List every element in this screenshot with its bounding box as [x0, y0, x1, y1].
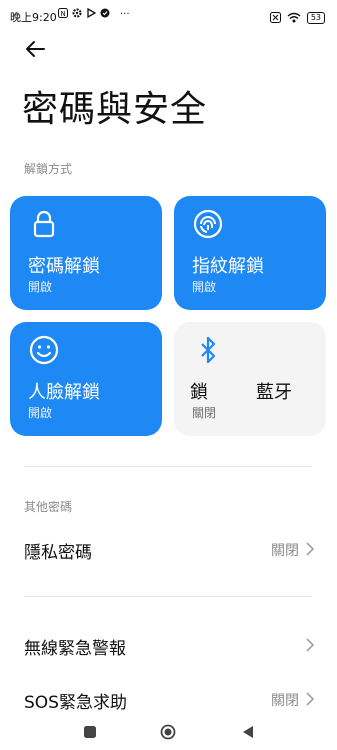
- home-button[interactable]: [160, 724, 176, 740]
- tile-bluetooth-unlock[interactable]: 鎖 藍牙 關閉: [174, 322, 326, 436]
- row-label: SOS緊急求助: [24, 693, 127, 713]
- settings-icon: [72, 8, 82, 21]
- row-value: 關閉: [271, 693, 299, 709]
- status-icons-right: 53: [269, 8, 325, 27]
- status-time: 晚上9:20: [10, 11, 57, 24]
- divider: [24, 596, 312, 597]
- back-icon: [243, 726, 253, 738]
- tile-password-unlock[interactable]: 密碼解鎖 開啟: [10, 196, 162, 310]
- home-icon: [160, 724, 176, 740]
- tile-status: 關閉: [192, 406, 217, 420]
- battery-indicator: 53: [306, 11, 325, 24]
- more-notifications: ···: [120, 9, 130, 20]
- face-icon: [29, 335, 59, 365]
- page-title: 密碼與安全: [22, 89, 208, 130]
- notification-icon: N: [58, 8, 68, 21]
- tile-label: 人臉解鎖: [28, 382, 100, 403]
- navigation-bar: [0, 714, 337, 750]
- status-bar: 晚上9:20 N ··· 53: [0, 0, 337, 32]
- wifi-icon: [287, 8, 301, 27]
- chevron-right-icon: [306, 542, 315, 556]
- tile-status: 開啟: [192, 280, 217, 294]
- divider: [24, 466, 312, 467]
- tile-label-right: 藍牙: [256, 382, 292, 403]
- tile-fingerprint-unlock[interactable]: 指紋解鎖 開啟: [174, 196, 326, 310]
- tile-status: 開啟: [28, 406, 53, 420]
- fingerprint-icon: [193, 209, 223, 239]
- nav-back-button[interactable]: [240, 724, 256, 740]
- tile-label: 指紋解鎖: [192, 256, 264, 277]
- back-button[interactable]: [22, 36, 48, 62]
- check-icon: [100, 8, 110, 21]
- no-sim-icon: [269, 8, 281, 27]
- chevron-right-icon: [306, 638, 315, 652]
- section-label-unlock: 解鎖方式: [24, 162, 73, 176]
- row-label: 無線緊急警報: [24, 639, 126, 659]
- tile-label: 密碼解鎖: [28, 256, 100, 277]
- tile-status: 開啟: [28, 280, 53, 294]
- svg-text:N: N: [61, 10, 66, 18]
- bluetooth-icon: [201, 336, 216, 364]
- row-label: 隱私密碼: [24, 543, 92, 563]
- lock-icon: [33, 210, 55, 238]
- row-wireless-emergency-alerts[interactable]: 無線緊急警報: [0, 622, 337, 670]
- section-label-other: 其他密碼: [24, 500, 73, 514]
- recent-apps-button[interactable]: [82, 724, 98, 740]
- recent-apps-icon: [84, 726, 96, 738]
- row-value: 關閉: [271, 543, 299, 559]
- status-icons-left: N ···: [58, 7, 130, 21]
- chevron-right-icon: [306, 692, 315, 706]
- tile-face-unlock[interactable]: 人臉解鎖 開啟: [10, 322, 162, 436]
- arrow-left-icon: [26, 41, 45, 57]
- play-icon: [86, 7, 97, 21]
- tile-label-left: 鎖: [190, 382, 208, 403]
- row-privacy-password[interactable]: 隱私密碼 關閉: [0, 526, 337, 574]
